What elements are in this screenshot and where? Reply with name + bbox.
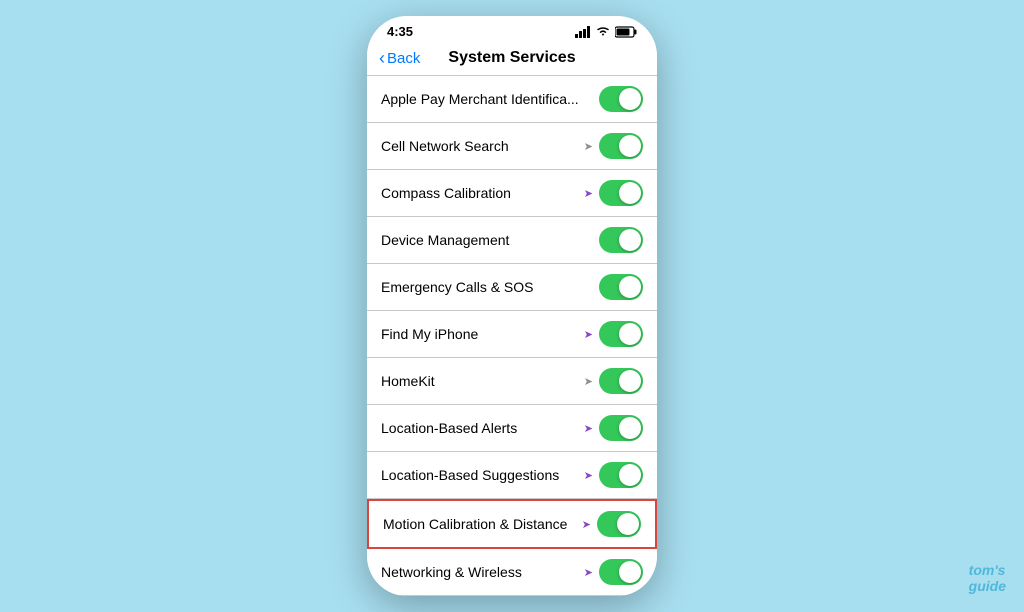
- row-device-mgmt[interactable]: Device Management: [367, 217, 657, 264]
- settings-list: Apple Pay Merchant Identifica... Cell Ne…: [367, 76, 657, 596]
- back-label: Back: [387, 50, 420, 67]
- row-left-apple-pay: Apple Pay Merchant Identifica...: [381, 91, 599, 107]
- row-right-homekit: ➤: [584, 368, 643, 394]
- row-right-device: [599, 227, 643, 253]
- wifi-icon: [596, 26, 610, 37]
- location-arrow-purple-networking: ➤: [584, 566, 593, 579]
- label-find-iphone: Find My iPhone: [381, 326, 478, 342]
- phone-frame: 4:35 ‹ Bac: [367, 16, 657, 596]
- settings-group-main: Apple Pay Merchant Identifica... Cell Ne…: [367, 76, 657, 596]
- label-emergency: Emergency Calls & SOS: [381, 279, 534, 295]
- toggle-location-suggestions[interactable]: [599, 462, 643, 488]
- row-compass[interactable]: Compass Calibration ➤: [367, 170, 657, 217]
- label-location-suggestions: Location-Based Suggestions: [381, 467, 559, 483]
- row-left-motion: Motion Calibration & Distance: [383, 516, 582, 532]
- row-find-iphone[interactable]: Find My iPhone ➤: [367, 311, 657, 358]
- toggle-networking[interactable]: [599, 559, 643, 585]
- toggle-find-iphone[interactable]: [599, 321, 643, 347]
- row-right-alerts: ➤: [584, 415, 643, 441]
- row-location-suggestions[interactable]: Location-Based Suggestions ➤: [367, 452, 657, 499]
- location-arrow-purple-suggestions: ➤: [584, 469, 593, 482]
- toggle-homekit[interactable]: [599, 368, 643, 394]
- time-display: 4:35: [387, 24, 413, 39]
- row-apple-pay[interactable]: Apple Pay Merchant Identifica...: [367, 76, 657, 123]
- row-location-alerts[interactable]: Location-Based Alerts ➤: [367, 405, 657, 452]
- toggle-location-alerts[interactable]: [599, 415, 643, 441]
- row-networking[interactable]: Networking & Wireless ➤: [367, 549, 657, 596]
- row-right-emergency: [599, 274, 643, 300]
- location-arrow-purple-motion: ➤: [582, 518, 591, 531]
- location-arrow-gray-homekit: ➤: [584, 375, 593, 388]
- location-arrow-purple-alerts: ➤: [584, 422, 593, 435]
- row-left-emergency: Emergency Calls & SOS: [381, 279, 599, 295]
- label-device-mgmt: Device Management: [381, 232, 509, 248]
- label-motion-calibration: Motion Calibration & Distance: [383, 516, 567, 532]
- location-arrow-gray-cell: ➤: [584, 140, 593, 153]
- row-right-networking: ➤: [584, 559, 643, 585]
- row-cell-network[interactable]: Cell Network Search ➤: [367, 123, 657, 170]
- location-arrow-purple-find: ➤: [584, 328, 593, 341]
- toggle-emergency[interactable]: [599, 274, 643, 300]
- nav-bar: ‹ Back System Services: [367, 43, 657, 76]
- label-apple-pay: Apple Pay Merchant Identifica...: [381, 91, 579, 107]
- toggle-cell-network[interactable]: [599, 133, 643, 159]
- watermark-text2: guide: [969, 578, 1006, 594]
- row-left-find: Find My iPhone: [381, 326, 584, 342]
- row-right-apple-pay: [599, 86, 643, 112]
- page-title: System Services: [448, 49, 575, 67]
- battery-icon: [615, 26, 637, 38]
- row-right-motion: ➤: [582, 511, 641, 537]
- label-compass: Compass Calibration: [381, 185, 511, 201]
- toggle-motion-calibration[interactable]: [597, 511, 641, 537]
- row-left-cell: Cell Network Search: [381, 138, 584, 154]
- back-button[interactable]: ‹ Back: [379, 49, 420, 67]
- toggle-compass[interactable]: [599, 180, 643, 206]
- toggle-device-mgmt[interactable]: [599, 227, 643, 253]
- row-right-cell: ➤: [584, 133, 643, 159]
- row-left-suggestions: Location-Based Suggestions: [381, 467, 584, 483]
- label-cell-network: Cell Network Search: [381, 138, 509, 154]
- label-networking: Networking & Wireless: [381, 564, 522, 580]
- back-chevron-icon: ‹: [379, 49, 385, 67]
- location-arrow-purple-compass: ➤: [584, 187, 593, 200]
- toms-guide-watermark: tom's guide: [969, 562, 1006, 594]
- row-right-compass: ➤: [584, 180, 643, 206]
- row-left-compass: Compass Calibration: [381, 185, 584, 201]
- row-left-alerts: Location-Based Alerts: [381, 420, 584, 436]
- row-right-find: ➤: [584, 321, 643, 347]
- row-left-homekit: HomeKit: [381, 373, 584, 389]
- toggle-apple-pay[interactable]: [599, 86, 643, 112]
- row-right-suggestions: ➤: [584, 462, 643, 488]
- row-emergency[interactable]: Emergency Calls & SOS: [367, 264, 657, 311]
- watermark-text1: tom's: [969, 562, 1006, 578]
- label-homekit: HomeKit: [381, 373, 435, 389]
- row-motion-calibration[interactable]: Motion Calibration & Distance ➤: [367, 499, 657, 549]
- label-location-alerts: Location-Based Alerts: [381, 420, 517, 436]
- row-left-device: Device Management: [381, 232, 599, 248]
- signal-icon: [575, 26, 591, 38]
- status-icons: [575, 26, 637, 38]
- row-left-networking: Networking & Wireless: [381, 564, 584, 580]
- row-homekit[interactable]: HomeKit ➤: [367, 358, 657, 405]
- status-bar: 4:35: [367, 16, 657, 43]
